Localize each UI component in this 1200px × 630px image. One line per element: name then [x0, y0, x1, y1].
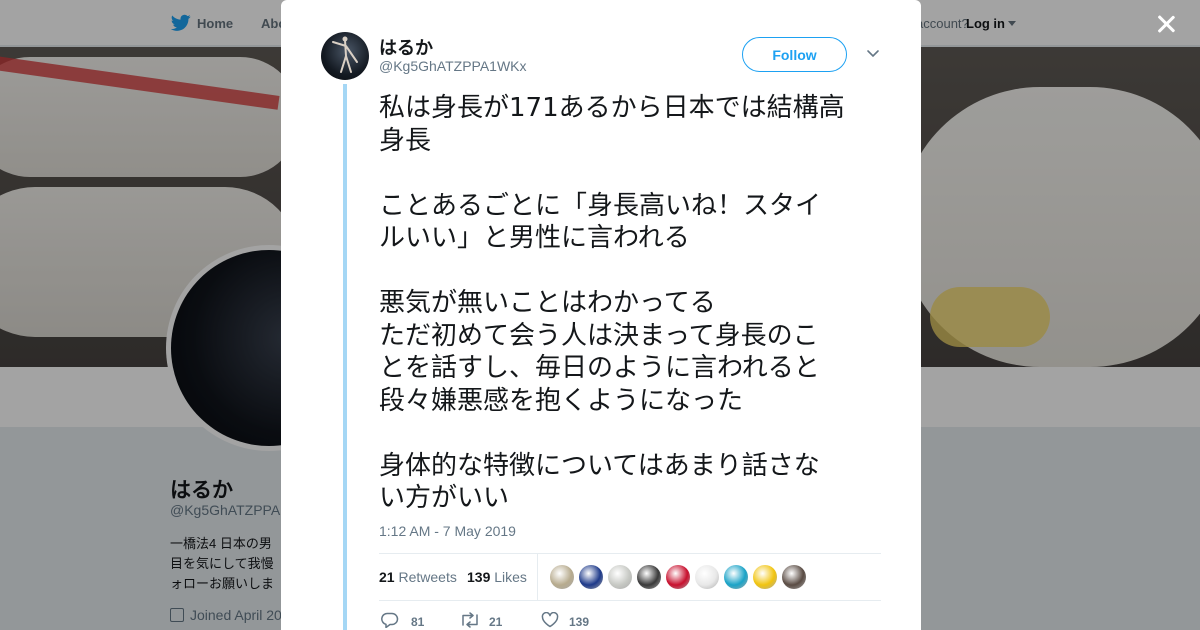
- author-name[interactable]: はるか: [379, 34, 433, 60]
- tweet-text-line: 段々嫌悪感を抱くようになった: [379, 385, 744, 416]
- follow-button[interactable]: Follow: [742, 37, 847, 72]
- liker-avatar-5[interactable]: [666, 565, 690, 589]
- tweet-paragraph-gap: [379, 157, 879, 190]
- chevron-down-icon[interactable]: [866, 48, 880, 60]
- stats-divider: [537, 554, 538, 600]
- author-avatar[interactable]: [321, 32, 369, 80]
- tweet-stats: 21 Retweets 139 Likes: [379, 553, 881, 601]
- reply-count: 81: [411, 615, 425, 629]
- thread-line: [343, 84, 347, 630]
- liker-avatar-9[interactable]: [782, 565, 806, 589]
- retweet-action-count: 21: [489, 615, 503, 629]
- liker-avatar-2[interactable]: [579, 565, 603, 589]
- tweet-text-line: ただ初めて会う人は決まって身長のこ: [379, 320, 819, 351]
- author-handle[interactable]: @Kg5GhATZPPA1WKx: [379, 58, 527, 74]
- liker-avatar-3[interactable]: [608, 565, 632, 589]
- tweet-paragraph-gap: [379, 417, 879, 450]
- dancer-figure-icon: [332, 36, 358, 73]
- tweet-actions: 81 21 139: [379, 612, 881, 630]
- tweet-text-line: 悪気が無いことはわかってる: [379, 288, 716, 318]
- heart-icon: [541, 612, 559, 628]
- tweet-text-line: ことあるごとに「身長高いね！スタイ: [379, 190, 822, 221]
- tweet-modal: はるか @Kg5GhATZPPA1WKx Follow 私は身長が171あるから…: [281, 0, 921, 630]
- liker-avatar-1[interactable]: [550, 565, 574, 589]
- tweet-text-line: とを話すし、毎日のように言われると: [379, 353, 820, 383]
- like-action-count: 139: [569, 615, 590, 629]
- tweet-text-line: 身体的な特徴についてはあまり話さな: [379, 450, 820, 481]
- tweet-timestamp[interactable]: 1:12 AM - 7 May 2019: [379, 523, 516, 539]
- like-count-link[interactable]: 139 Likes: [467, 569, 527, 585]
- liker-avatar-7[interactable]: [724, 565, 748, 589]
- close-icon[interactable]: [1152, 10, 1180, 38]
- retweet-label: Retweets: [398, 569, 457, 585]
- like-count: 139: [467, 569, 491, 585]
- liker-avatar-6[interactable]: [695, 565, 719, 589]
- liker-avatar-8[interactable]: [753, 565, 777, 589]
- retweet-count-link[interactable]: 21 Retweets: [379, 569, 457, 585]
- reply-icon: [381, 612, 399, 628]
- tweet-text: 私は身長が171あるから日本では結構高 身長ことあるごとに「身長高いね！スタイ ルい…: [379, 92, 879, 515]
- tweet-text-line: い方がいい: [379, 483, 510, 513]
- like-label: Likes: [494, 569, 527, 585]
- tweet-text-line: 私は身長が171あるから日本では結構高: [379, 93, 845, 123]
- liker-avatar-4[interactable]: [637, 565, 661, 589]
- retweet-icon: [462, 612, 478, 628]
- tweet-text-line: 身長: [379, 125, 432, 156]
- tweet-paragraph-gap: [379, 255, 879, 288]
- tweet-text-line: ルいい」と男性に言われる: [379, 223, 690, 253]
- retweet-count: 21: [379, 569, 395, 585]
